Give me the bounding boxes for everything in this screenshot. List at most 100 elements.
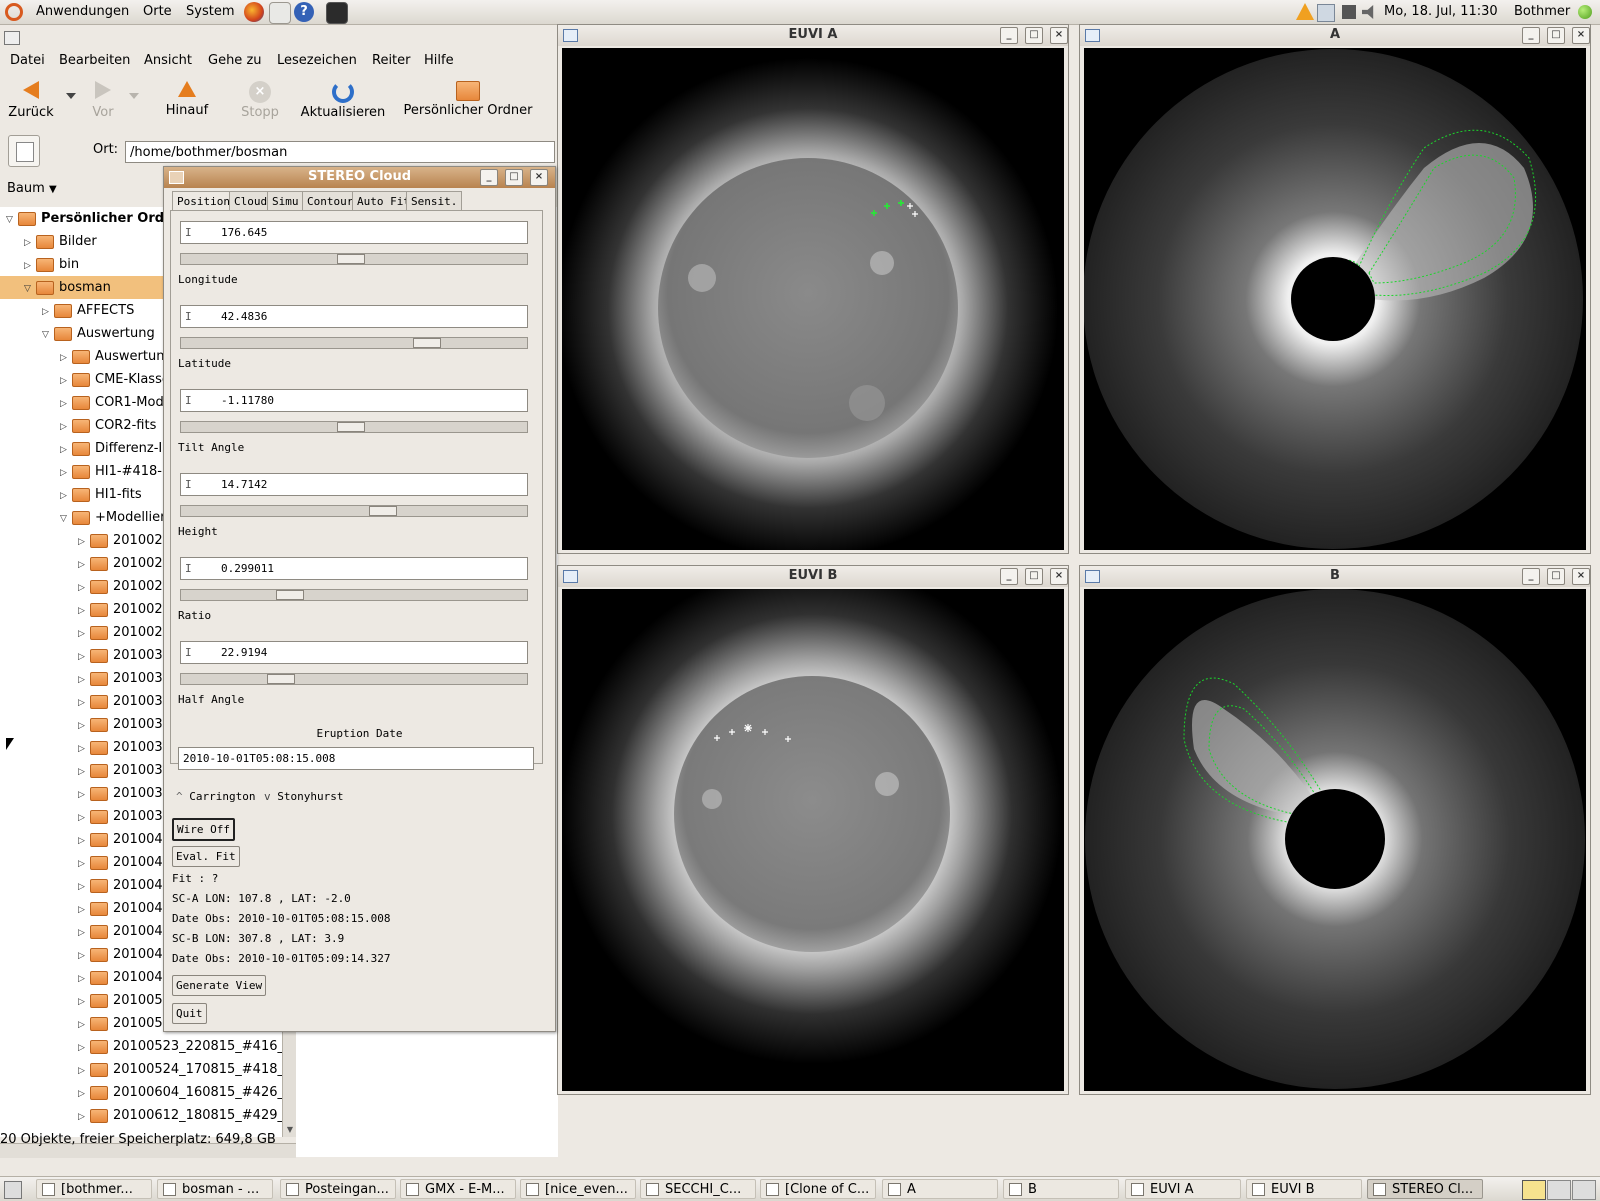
expander-closed-icon[interactable]: ▷ xyxy=(60,416,72,439)
minimize-button[interactable]: _ xyxy=(1000,27,1018,44)
clock[interactable]: Mo, 18. Jul, 11:30 xyxy=(1384,4,1498,19)
expander-closed-icon[interactable]: ▷ xyxy=(78,554,90,577)
menu-system[interactable]: System xyxy=(186,4,234,19)
titlebar[interactable]: EUVI B _ □ × xyxy=(558,566,1068,587)
menu-tabs[interactable]: Reiter xyxy=(372,53,411,68)
firefox-launcher-icon[interactable] xyxy=(244,2,264,22)
titlebar[interactable]: STEREO Cloud _ □ × xyxy=(164,167,555,188)
taskbar-button[interactable]: [Clone of C... xyxy=(760,1179,876,1199)
maximize-button[interactable]: □ xyxy=(1025,568,1043,585)
taskbar-button[interactable]: GMX - E-M... xyxy=(400,1179,516,1199)
menu-go[interactable]: Gehe zu xyxy=(208,53,262,68)
terminal-launcher-icon[interactable] xyxy=(326,2,348,24)
menu-view[interactable]: Ansicht xyxy=(144,53,192,68)
taskbar-button[interactable]: EUVI B xyxy=(1246,1179,1362,1199)
half-angle-input[interactable]: I 22.9194 xyxy=(180,641,528,664)
minimize-button[interactable]: _ xyxy=(1522,568,1540,585)
half-angle-slider[interactable] xyxy=(180,673,528,685)
eval-fit-button[interactable]: Eval. Fit xyxy=(172,846,240,867)
expander-open-icon[interactable]: ▽ xyxy=(6,209,18,232)
tilt-angle-slider[interactable] xyxy=(180,421,528,433)
expander-closed-icon[interactable]: ▷ xyxy=(78,876,90,899)
height-input[interactable]: I 14.7142 xyxy=(180,473,528,496)
expander-closed-icon[interactable]: ▷ xyxy=(78,646,90,669)
slider-thumb[interactable] xyxy=(267,674,295,684)
taskbar-button[interactable]: [bothmer... xyxy=(36,1179,152,1199)
warning-icon[interactable] xyxy=(1296,3,1314,20)
close-button[interactable]: × xyxy=(530,169,548,186)
ubuntu-logo-icon[interactable] xyxy=(5,3,23,21)
back-button[interactable]: Zurück xyxy=(8,81,54,120)
expander-closed-icon[interactable]: ▷ xyxy=(78,531,90,554)
ratio-input[interactable]: I 0.299011 xyxy=(180,557,528,580)
slider-thumb[interactable] xyxy=(276,590,304,600)
quit-button[interactable]: Quit xyxy=(172,1003,207,1024)
cor2-a-image[interactable] xyxy=(1084,48,1586,550)
expander-closed-icon[interactable]: ▷ xyxy=(78,922,90,945)
menu-edit[interactable]: Bearbeiten xyxy=(59,53,130,68)
close-button[interactable]: × xyxy=(1572,568,1590,585)
mail-launcher-icon[interactable] xyxy=(269,2,291,24)
expander-closed-icon[interactable]: ▷ xyxy=(78,899,90,922)
titlebar[interactable]: EUVI A _ □ × xyxy=(558,25,1068,46)
tree-item[interactable]: ▷ 20100523_220815_#416_ xyxy=(0,1035,282,1058)
help-launcher-icon[interactable]: ? xyxy=(294,2,314,22)
minimize-button[interactable]: _ xyxy=(1000,568,1018,585)
longitude-slider[interactable] xyxy=(180,253,528,265)
location-input[interactable]: /home/bothmer/bosman xyxy=(125,141,555,163)
volume-icon[interactable] xyxy=(1362,5,1374,19)
expander-closed-icon[interactable]: ▷ xyxy=(78,692,90,715)
stonyhurst-radio[interactable]: v Stonyhurst xyxy=(264,790,343,803)
taskbar-button[interactable]: [nice_even... xyxy=(520,1179,636,1199)
latitude-slider[interactable] xyxy=(180,337,528,349)
slider-thumb[interactable] xyxy=(337,254,365,264)
stop-button[interactable]: × Stopp xyxy=(238,81,282,120)
expander-closed-icon[interactable]: ▷ xyxy=(78,623,90,646)
height-slider[interactable] xyxy=(180,505,528,517)
side-pane-selector[interactable]: Baum ▼ xyxy=(7,181,57,196)
expander-closed-icon[interactable]: ▷ xyxy=(78,807,90,830)
close-button[interactable]: × xyxy=(1572,27,1590,44)
expander-closed-icon[interactable]: ▷ xyxy=(78,830,90,853)
workspace-1[interactable] xyxy=(1522,1180,1546,1200)
forward-history-chevron-icon[interactable] xyxy=(129,93,139,99)
expander-closed-icon[interactable]: ▷ xyxy=(24,232,36,255)
expander-open-icon[interactable]: ▽ xyxy=(60,508,72,531)
expander-closed-icon[interactable]: ▷ xyxy=(78,991,90,1014)
expander-closed-icon[interactable]: ▷ xyxy=(78,715,90,738)
expander-closed-icon[interactable]: ▷ xyxy=(78,761,90,784)
workspace-2[interactable] xyxy=(1547,1180,1571,1200)
menu-bookmarks[interactable]: Lesezeichen xyxy=(277,53,357,68)
expander-closed-icon[interactable]: ▷ xyxy=(78,600,90,623)
window-menu-icon[interactable] xyxy=(4,31,20,45)
tab-position[interactable]: Position xyxy=(172,191,235,211)
wire-off-button[interactable]: Wire Off xyxy=(172,818,235,841)
expander-closed-icon[interactable]: ▷ xyxy=(78,1037,90,1060)
menu-help[interactable]: Hilfe xyxy=(424,53,454,68)
taskbar-button[interactable]: B xyxy=(1003,1179,1119,1199)
expander-closed-icon[interactable]: ▷ xyxy=(78,1060,90,1083)
menu-file[interactable]: Datei xyxy=(10,53,45,68)
up-button[interactable]: Hinauf xyxy=(162,81,212,118)
expander-closed-icon[interactable]: ▷ xyxy=(60,462,72,485)
expander-closed-icon[interactable]: ▷ xyxy=(78,853,90,876)
euvi-a-image[interactable] xyxy=(562,48,1064,550)
close-button[interactable]: × xyxy=(1050,568,1068,585)
latitude-input[interactable]: I 42.4836 xyxy=(180,305,528,328)
tab-sensitivity[interactable]: Sensit. xyxy=(406,191,463,211)
workspace-3[interactable] xyxy=(1572,1180,1596,1200)
tilt-angle-input[interactable]: I -1.11780 xyxy=(180,389,528,412)
ratio-slider[interactable] xyxy=(180,589,528,601)
tree-item[interactable]: ▷ 20100612_180815_#429_ xyxy=(0,1104,282,1127)
expander-closed-icon[interactable]: ▷ xyxy=(78,945,90,968)
carrington-radio[interactable]: ^ Carrington xyxy=(176,790,255,803)
longitude-input[interactable]: I 176.645 xyxy=(180,221,528,244)
expander-closed-icon[interactable]: ▷ xyxy=(60,370,72,393)
tab-cloud[interactable]: Cloud xyxy=(229,191,273,211)
tab-simu[interactable]: Simu xyxy=(267,191,304,211)
expander-closed-icon[interactable]: ▷ xyxy=(60,393,72,416)
network-icon[interactable] xyxy=(1317,4,1335,22)
expander-open-icon[interactable]: ▽ xyxy=(42,324,54,347)
expander-closed-icon[interactable]: ▷ xyxy=(78,1106,90,1129)
expander-open-icon[interactable]: ▽ xyxy=(24,278,36,301)
